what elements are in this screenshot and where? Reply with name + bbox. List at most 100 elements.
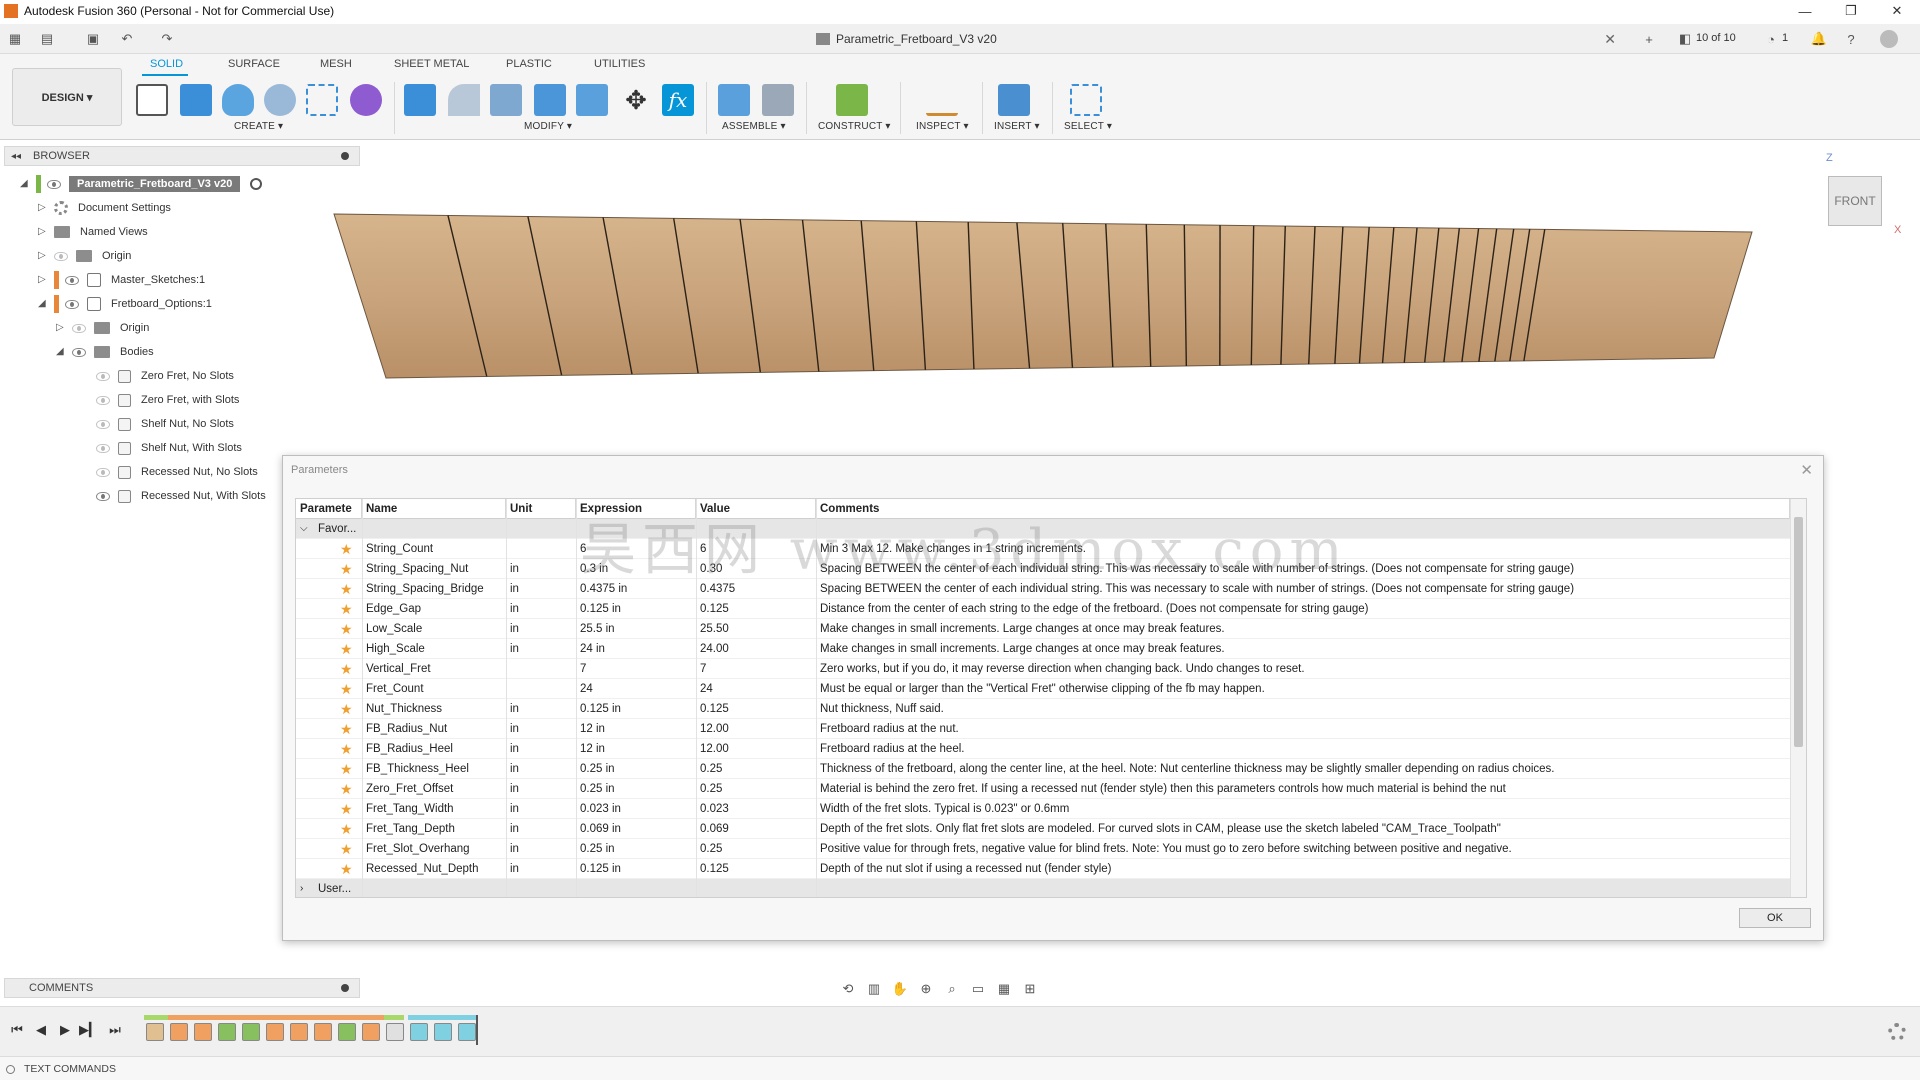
browser-item-body[interactable]: Recessed Nut, No Slots xyxy=(96,461,258,483)
minimize-button[interactable]: — xyxy=(1782,0,1828,22)
param-comment[interactable]: Width of the fret slots. Typical is 0.02… xyxy=(820,799,1786,819)
browser-item-named-views[interactable]: ▷ Named Views xyxy=(38,221,148,243)
table-row[interactable]: ★ Zero_Fret_Offset in 0.25 in 0.25 Material i… xyxy=(296,779,1790,799)
param-comment[interactable]: Depth of the nut slot if using a recesse… xyxy=(820,859,1786,879)
visibility-eye-icon[interactable] xyxy=(96,419,110,429)
table-row[interactable]: ★ FB_Thickness_Heel in 0.25 in 0.25 Thickness… xyxy=(296,759,1790,779)
browser-item-origin-sub[interactable]: ▷ Origin xyxy=(56,317,149,339)
favorite-star-icon[interactable]: ★ xyxy=(340,639,354,659)
timeline-feature-icon[interactable] xyxy=(434,1023,452,1041)
go-to-end-icon[interactable]: ⏭ xyxy=(106,1021,124,1039)
app-grid-icon[interactable]: ▦ xyxy=(6,30,24,48)
visibility-eye-icon[interactable] xyxy=(96,443,110,453)
chamfer-icon[interactable] xyxy=(490,84,522,116)
browser-item-body[interactable]: Shelf Nut, No Slots xyxy=(96,413,234,435)
timeline-feature-icon[interactable] xyxy=(290,1023,308,1041)
close-document-button[interactable]: ✕ xyxy=(1604,31,1616,48)
table-row[interactable]: ★ Fret_Count 24 24 Must be equal or larger t… xyxy=(296,679,1790,699)
visibility-eye-icon[interactable] xyxy=(47,179,61,189)
col-name[interactable]: Name xyxy=(362,499,506,519)
tab-plastic[interactable]: PLASTIC xyxy=(506,58,552,70)
version-icon[interactable]: ◧ xyxy=(1676,30,1694,48)
timeline-feature-icon[interactable] xyxy=(338,1023,356,1041)
collapsed-triangle-icon[interactable]: ▷ xyxy=(38,203,48,213)
param-expression[interactable]: 0.25 in xyxy=(580,779,694,799)
table-row[interactable]: ★ Edge_Gap in 0.125 in 0.125 Distance from th… xyxy=(296,599,1790,619)
favorite-star-icon[interactable]: ★ xyxy=(340,579,354,599)
param-expression[interactable]: 24 in xyxy=(580,639,694,659)
param-expression[interactable]: 0.023 in xyxy=(580,799,694,819)
tab-sheet-metal[interactable]: SHEET METAL xyxy=(394,58,469,70)
grid-settings-icon[interactable]: ▦ xyxy=(994,980,1014,998)
group-modify[interactable]: MODIFY ▾ xyxy=(524,121,572,132)
favorite-star-icon[interactable]: ★ xyxy=(340,679,354,699)
table-row[interactable]: ★ FB_Radius_Heel in 12 in 12.00 Fretboard rad… xyxy=(296,739,1790,759)
table-row[interactable]: ★ Fret_Slot_Overhang in 0.25 in 0.25 Positive… xyxy=(296,839,1790,859)
favorite-star-icon[interactable]: ★ xyxy=(340,539,354,559)
param-expression[interactable]: 0.25 in xyxy=(580,839,694,859)
param-expression[interactable]: 25.5 in xyxy=(580,619,694,639)
go-to-start-icon[interactable]: ⏮ xyxy=(8,1021,26,1039)
collapse-chevron-icon[interactable]: ⌵ xyxy=(300,519,314,539)
param-comment[interactable]: Make changes in small increments. Large … xyxy=(820,639,1786,659)
visibility-eye-icon[interactable] xyxy=(72,323,86,333)
favorite-star-icon[interactable]: ★ xyxy=(340,719,354,739)
favorite-star-icon[interactable]: ★ xyxy=(340,559,354,579)
favorite-star-icon[interactable]: ★ xyxy=(340,819,354,839)
shell-icon[interactable] xyxy=(534,84,566,116)
orbit-icon[interactable]: ⟲ xyxy=(838,980,858,998)
step-forward-icon[interactable]: ▶▎ xyxy=(79,1021,99,1039)
visibility-eye-icon[interactable] xyxy=(65,275,79,285)
param-expression[interactable]: 0.069 in xyxy=(580,819,694,839)
collapse-browser-icon[interactable]: ◂◂ xyxy=(11,151,21,162)
favorite-star-icon[interactable]: ★ xyxy=(340,619,354,639)
notifications-icon[interactable]: 🔔 xyxy=(1810,30,1828,48)
param-expression[interactable]: 24 xyxy=(580,679,694,699)
browser-root[interactable]: ◢ Parametric_Fretboard_V3 v20 xyxy=(20,173,263,195)
col-parameter[interactable]: Paramete xyxy=(296,499,362,519)
timeline-feature-icon[interactable] xyxy=(314,1023,332,1041)
param-comment[interactable]: Distance from the center of each string … xyxy=(820,599,1786,619)
group-user-row[interactable]: › User... xyxy=(296,879,1790,897)
create-form-icon[interactable] xyxy=(350,84,382,116)
param-comment[interactable]: Fretboard radius at the heel. xyxy=(820,739,1786,759)
jobs-icon[interactable]: ◔ xyxy=(1762,30,1780,48)
timeline-settings-gear-icon[interactable] xyxy=(1888,1023,1906,1041)
change-parameters-icon[interactable]: fx xyxy=(662,84,694,116)
group-inspect[interactable]: INSPECT ▾ xyxy=(916,121,969,132)
param-comment[interactable]: Material is behind the zero fret. If usi… xyxy=(820,779,1786,799)
tab-mesh[interactable]: MESH xyxy=(320,58,352,70)
fretboard-body[interactable] xyxy=(333,213,1753,379)
extrude-icon[interactable] xyxy=(180,84,212,116)
browser-item-body[interactable]: Zero Fret, No Slots xyxy=(96,365,234,387)
table-row[interactable]: ★ Vertical_Fret 7 7 Zero works, but if you d… xyxy=(296,659,1790,679)
collapsed-triangle-icon[interactable]: ▷ xyxy=(38,275,48,285)
expanded-triangle-icon[interactable]: ◢ xyxy=(38,299,48,309)
timeline-feature-icon[interactable] xyxy=(170,1023,188,1041)
hole-icon[interactable] xyxy=(264,84,296,116)
param-comment[interactable]: Thickness of the fretboard, along the ce… xyxy=(820,759,1786,779)
text-commands-bar[interactable]: TEXT COMMANDS xyxy=(0,1056,1920,1080)
step-back-icon[interactable]: ◀ xyxy=(32,1021,50,1039)
favorite-star-icon[interactable]: ★ xyxy=(340,699,354,719)
close-dialog-button[interactable]: ✕ xyxy=(1800,461,1813,479)
table-row[interactable]: ★ FB_Radius_Nut in 12 in 12.00 Fretboard radi… xyxy=(296,719,1790,739)
param-expression[interactable]: 0.125 in xyxy=(580,859,694,879)
undo-icon[interactable]: ↶ xyxy=(118,30,136,48)
browser-item-bodies[interactable]: ◢ Bodies xyxy=(56,341,154,363)
version-count[interactable]: 10 of 10 xyxy=(1696,32,1736,44)
workspace-switcher[interactable]: DESIGN ▾ xyxy=(12,68,122,126)
table-row[interactable]: ★ Fret_Tang_Depth in 0.069 in 0.069 Depth of … xyxy=(296,819,1790,839)
timeline-marker[interactable] xyxy=(476,1015,478,1045)
group-construct[interactable]: CONSTRUCT ▾ xyxy=(818,121,891,132)
viewcube[interactable]: FRONT xyxy=(1828,176,1882,226)
table-row[interactable]: ★ High_Scale in 24 in 24.00 Make changes in s… xyxy=(296,639,1790,659)
timeline-feature-icon[interactable] xyxy=(362,1023,380,1041)
document-tab[interactable]: Parametric_Fretboard_V3 v20 ✕ xyxy=(800,24,1630,54)
table-row[interactable]: ★ Fret_Tang_Width in 0.023 in 0.023 Width of … xyxy=(296,799,1790,819)
pin-icon[interactable] xyxy=(341,984,349,992)
combine-icon[interactable] xyxy=(576,84,608,116)
favorite-star-icon[interactable]: ★ xyxy=(340,739,354,759)
ok-button[interactable]: OK xyxy=(1739,908,1811,928)
param-comment[interactable]: Zero works, but if you do, it may revers… xyxy=(820,659,1786,679)
